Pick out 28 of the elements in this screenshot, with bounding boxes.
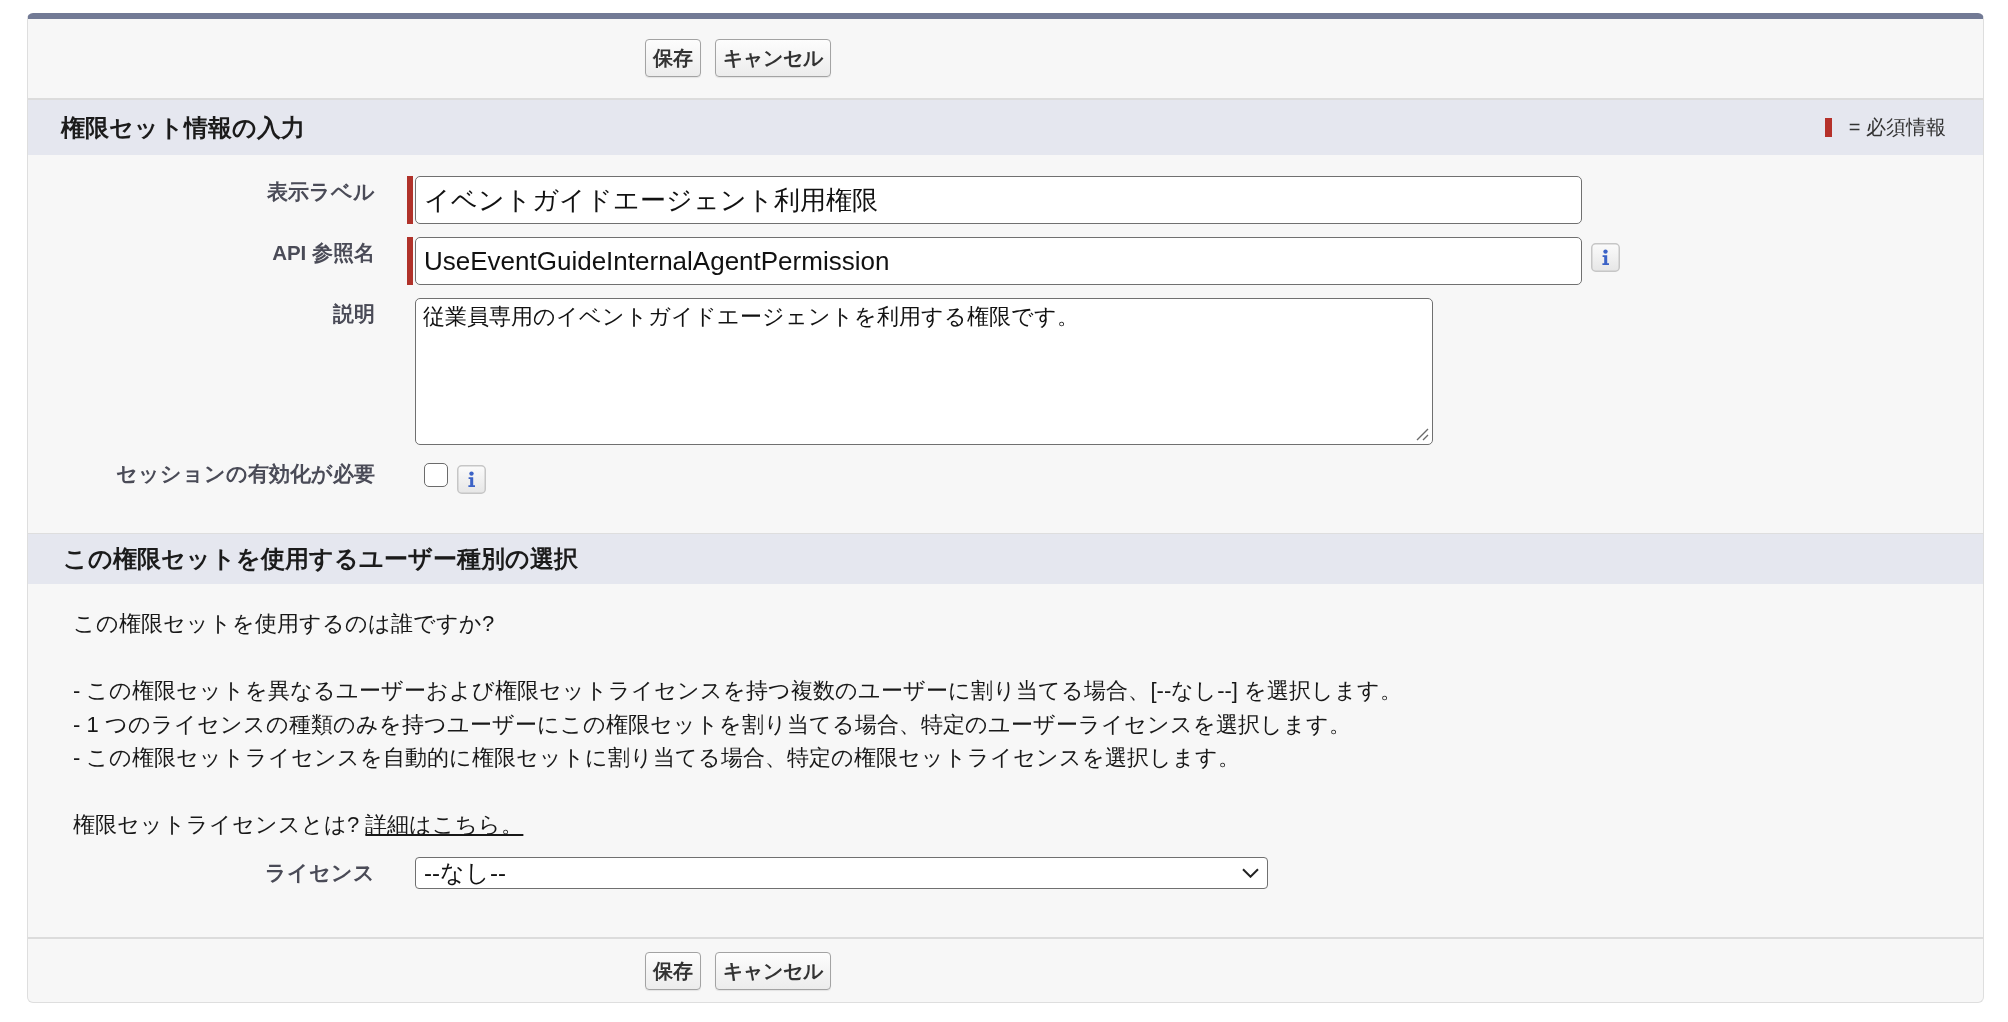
text-input-field[interactable]: イベントガイドエージェント利用権限 <box>415 176 1582 224</box>
details-link[interactable]: 詳細はこちら。 <box>365 812 524 837</box>
field-label: 表示ラベル <box>266 179 375 205</box>
section-title: 権限セット情報の入力 <box>61 112 305 143</box>
action-button[interactable]: キャンセル <box>715 952 831 990</box>
description-field[interactable]: 従業員専用のイベントガイドエージェントを利用する権限です。 <box>415 298 1433 445</box>
action-button[interactable]: キャンセル <box>715 39 831 77</box>
required-marker-icon <box>1824 118 1832 137</box>
text-input-field[interactable]: UseEventGuideInternalAgentPermission <box>415 237 1582 285</box>
section-title: この権限セットを使用するユーザー種別の選択 <box>63 544 578 574</box>
info-icon[interactable] <box>457 465 486 494</box>
field-label: API 参照名 <box>271 240 375 266</box>
field-label: 説明 <box>332 301 375 327</box>
action-button[interactable]: 保存 <box>645 952 701 990</box>
chevron-down-icon <box>1242 867 1259 878</box>
license-select[interactable]: --なし-- <box>415 856 1268 889</box>
instruction-text: - この権限セットライセンスを自動的に権限セットに割り当てる場合、特定の権限セットライセンスを選択します。 <box>73 744 1242 772</box>
instruction-text: - この権限セットを異なるユーザーおよび権限セットライセンスを持つ複数のユーザーに割り当てる場合、[--なし--] を選択します。 <box>73 677 1404 705</box>
field-label: ライセンス <box>264 859 375 886</box>
checkbox[interactable] <box>424 463 448 487</box>
resize-grip-icon[interactable] <box>1416 428 1429 441</box>
note-text: 権限セットライセンスとは? <box>73 812 360 837</box>
info-icon[interactable] <box>1591 243 1620 272</box>
required-legend: = 必須情報 <box>1848 114 1946 141</box>
field-label: セッションの有効化が必要 <box>115 461 375 487</box>
action-button[interactable]: 保存 <box>645 39 701 77</box>
question-text: この権限セットを使用するのは誰ですか? <box>73 610 496 638</box>
instruction-text: - 1 つのライセンスの種類のみを持つユーザーにこの権限セットを割り当てる場合、特定のユーザーライセンスを選択します。 <box>73 710 1352 739</box>
